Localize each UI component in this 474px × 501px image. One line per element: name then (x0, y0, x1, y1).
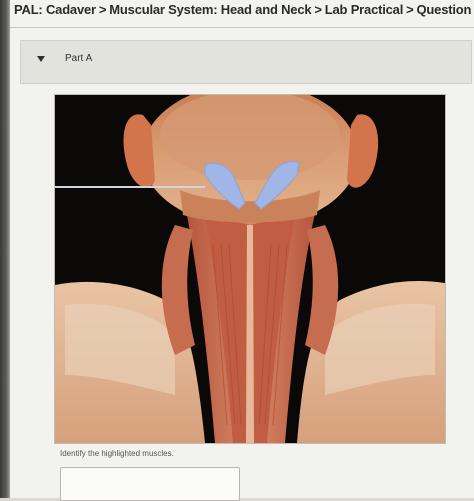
answer-input[interactable] (60, 467, 240, 501)
breadcrumb: PAL: Cadaver > Muscular System: Head and N… (14, 0, 474, 22)
breadcrumb-item-question: Question 15 (416, 2, 474, 17)
breadcrumb-item-pal-cadaver[interactable]: PAL: Cadaver (14, 2, 96, 17)
question-prompt: Identify the highlighted muscles. (60, 449, 174, 458)
breadcrumb-separator: > (98, 2, 107, 17)
triangle-down-icon[interactable] (37, 56, 45, 62)
breadcrumb-item-lab-practical[interactable]: Lab Practical (325, 2, 404, 17)
cadaver-illustration (55, 95, 445, 443)
part-label: Part A (65, 53, 93, 64)
breadcrumb-item-muscular-system[interactable]: Muscular System: Head and Neck (109, 2, 311, 17)
question-page: PAL: Cadaver > Muscular System: Head and N… (10, 0, 474, 501)
breadcrumb-separator: > (314, 2, 322, 17)
cadaver-image (54, 94, 446, 444)
header-divider (10, 27, 474, 28)
part-a-header[interactable]: Part A (20, 40, 472, 84)
breadcrumb-separator: > (406, 2, 414, 17)
window-edge (0, 0, 10, 498)
